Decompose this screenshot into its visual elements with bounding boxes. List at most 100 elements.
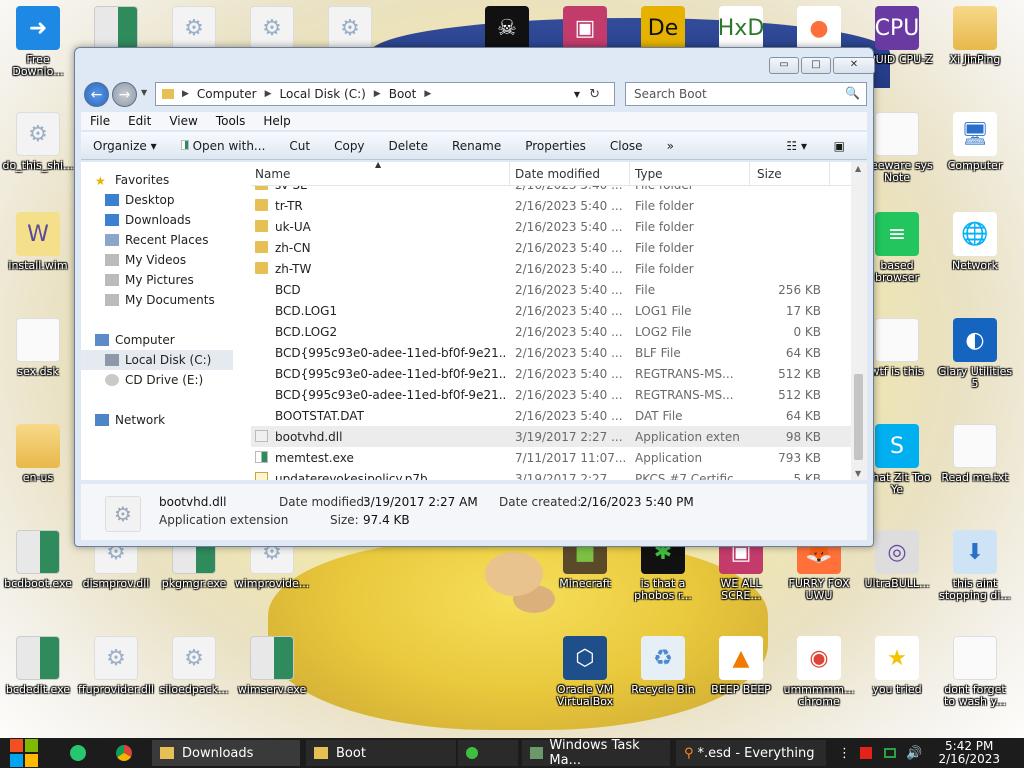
nav-item-downloads[interactable]: Downloads <box>105 210 263 230</box>
file-row[interactable]: BOOTSTAT.DAT 2/16/2023 5:40 ... DAT File 64… <box>251 405 851 426</box>
nav-network[interactable]: Network <box>95 410 253 430</box>
taskbar-button-boot[interactable]: Boot <box>306 740 456 766</box>
menu-help[interactable]: Help <box>254 112 299 130</box>
desktop-icon-item[interactable]: ★ you tried <box>859 636 935 696</box>
menu-edit[interactable]: Edit <box>119 112 160 130</box>
file-row[interactable]: BCD.LOG1 2/16/2023 5:40 ... LOG1 File 17 KB <box>251 300 851 321</box>
forward-button[interactable]: → <box>112 82 137 107</box>
file-row[interactable]: BCD{995c93e0-adee-11ed-bf0f-9e21... 2/16/… <box>251 363 851 384</box>
tray-network-icon[interactable] <box>884 740 900 766</box>
title-bar[interactable]: ▭ □ ✕ <box>75 48 875 80</box>
tray-overflow-icon[interactable]: ⋮ <box>838 740 852 766</box>
properties-button[interactable]: Properties <box>513 139 598 153</box>
taskbar-green-app[interactable] <box>70 740 92 766</box>
history-dropdown-icon[interactable]: ▼ <box>141 88 147 97</box>
desktop-icon-item[interactable]: ◉ ummmmm... chrome <box>781 636 857 708</box>
taskbar-button-downloads[interactable]: Downloads <box>152 740 300 766</box>
desktop-icon-item[interactable]: dont forget to wash y... <box>937 636 1013 708</box>
file-row[interactable]: tr-TR 2/16/2023 5:40 ... File folder <box>251 195 851 216</box>
nav-favorites[interactable]: ★ Favorites <box>95 170 253 190</box>
taskbar-button-everything[interactable]: ⚲ *.esd - Everything <box>676 740 826 766</box>
menu-file[interactable]: File <box>81 112 119 130</box>
copy-button[interactable]: Copy <box>322 139 376 153</box>
desktop-icon-item[interactable]: ⬡ Oracle VM VirtualBox <box>547 636 623 708</box>
menu-view[interactable]: View <box>160 112 206 130</box>
file-row[interactable]: BCD{995c93e0-adee-11ed-bf0f-9e21... 2/16/… <box>251 384 851 405</box>
vertical-scrollbar[interactable]: ▲ ▼ <box>851 162 867 480</box>
address-dropdown-icon[interactable]: ▼ <box>574 90 580 99</box>
maximize-button[interactable]: □ <box>801 57 831 74</box>
rename-button[interactable]: Rename <box>440 139 513 153</box>
address-bar[interactable]: ▶ Computer ▶ Local Disk (C:) ▶ Boot ▶ ▼ … <box>155 82 615 106</box>
column-divider[interactable] <box>749 162 750 186</box>
close-file-button[interactable]: Close <box>598 139 655 153</box>
nav-computer[interactable]: Computer <box>95 330 253 350</box>
back-button[interactable]: ← <box>84 82 109 107</box>
desktop-icon-item[interactable]: 🖥 Computer <box>937 112 1013 172</box>
nav-item-local-disk[interactable]: Local Disk (C:) <box>81 350 233 370</box>
desktop-icon-item[interactable]: bcdboot.exe <box>0 530 76 590</box>
column-divider[interactable] <box>509 162 510 186</box>
breadcrumb-boot[interactable]: Boot <box>389 87 417 101</box>
desktop-icon-item[interactable]: ⚙ siloedpack... <box>156 636 232 696</box>
scrollbar-thumb[interactable] <box>854 374 863 460</box>
desktop-icon-item[interactable]: ♻ Recycle Bin <box>625 636 701 696</box>
desktop-icon-item[interactable]: ▲ BEEP BEEP <box>703 636 779 696</box>
menu-tools[interactable]: Tools <box>207 112 255 130</box>
nav-item-my-documents[interactable]: My Documents <box>105 290 263 310</box>
desktop-icon-item[interactable]: ⬇ this aint stopping di... <box>937 530 1013 602</box>
view-options-icon[interactable]: ☷ ▾ <box>786 139 807 153</box>
desktop-icon-item[interactable]: bcdedit.exe <box>0 636 76 696</box>
breadcrumb-local-disk[interactable]: Local Disk (C:) <box>280 87 366 101</box>
desktop-icon-item[interactable]: ◐ Glary Utilities 5 <box>937 318 1013 390</box>
cut-button[interactable]: Cut <box>277 139 322 153</box>
desktop-icon-item[interactable]: ➜ Free Downlo... <box>0 6 76 78</box>
preview-pane-icon[interactable]: ▣ <box>834 139 845 153</box>
tray-volume-icon[interactable]: 🔊 <box>906 740 922 766</box>
nav-item-cd-drive[interactable]: CD Drive (E:) <box>105 370 263 390</box>
minimize-button[interactable]: ▭ <box>769 57 799 74</box>
file-row[interactable]: memtest.exe 7/11/2017 11:07... Application… <box>251 447 851 468</box>
desktop-icon-item[interactable]: ⚙ ffuprovider.dll <box>78 636 154 696</box>
nav-item-my-pictures[interactable]: My Pictures <box>105 270 263 290</box>
delete-button[interactable]: Delete <box>377 139 440 153</box>
breadcrumb-computer[interactable]: Computer <box>197 87 257 101</box>
taskbar-chrome[interactable] <box>116 740 138 766</box>
file-row[interactable]: bootvhd.dll 3/19/2017 2:27 ... Application… <box>251 426 851 447</box>
file-row[interactable]: uk-UA 2/16/2023 5:40 ... File folder <box>251 216 851 237</box>
taskbar-button-task-manager[interactable]: Windows Task Ma... <box>522 738 670 768</box>
file-row[interactable]: BCD 2/16/2023 5:40 ... File 256 KB <box>251 279 851 300</box>
search-icon[interactable]: 🔍 <box>845 86 860 100</box>
desktop-icon-item[interactable]: ⚙ do_this_shi... <box>0 112 76 172</box>
nav-item-recent-places[interactable]: Recent Places <box>105 230 263 250</box>
start-button[interactable] <box>10 739 44 767</box>
desktop-icon-item[interactable]: en-us <box>0 424 76 484</box>
file-row[interactable]: zh-TW 2/16/2023 5:40 ... File folder <box>251 258 851 279</box>
desktop-icon-item[interactable]: wimserv.exe <box>234 636 310 696</box>
desktop-icon-item[interactable]: Winstall.wim <box>0 212 76 272</box>
taskbar-button-beetle[interactable] <box>458 740 518 766</box>
desktop-icon-item[interactable]: Read me.txt <box>937 424 1013 484</box>
desktop-icon-item[interactable]: sex.dsk <box>0 318 76 378</box>
more-commands-button[interactable]: » <box>655 139 686 153</box>
column-name[interactable]: Name <box>255 167 290 181</box>
nav-item-desktop[interactable]: Desktop <box>105 190 263 210</box>
organize-button[interactable]: Organize ▾ <box>81 139 169 153</box>
desktop-icon-item[interactable]: 🌐 Network <box>937 212 1013 272</box>
column-divider[interactable] <box>829 162 830 186</box>
column-size[interactable]: Size <box>757 167 782 181</box>
column-date[interactable]: Date modified <box>515 167 600 181</box>
taskbar-clock[interactable]: 5:42 PM 2/16/2023 <box>938 740 1000 766</box>
column-divider[interactable] <box>629 162 630 186</box>
file-row[interactable]: updaterevokesipolicy.p7b 3/19/2017 2:27 .… <box>251 468 851 480</box>
scroll-down-icon[interactable]: ▼ <box>855 469 861 478</box>
file-row[interactable]: BCD{995c93e0-adee-11ed-bf0f-9e21... 2/16/… <box>251 342 851 363</box>
tray-flag-icon[interactable] <box>860 740 876 766</box>
file-row[interactable]: zh-CN 2/16/2023 5:40 ... File folder <box>251 237 851 258</box>
close-button[interactable]: ✕ <box>833 57 875 74</box>
nav-item-my-videos[interactable]: My Videos <box>105 250 263 270</box>
open-with-button[interactable]: Open with... <box>169 139 278 153</box>
search-input[interactable]: Search Boot 🔍 <box>625 82 867 106</box>
refresh-icon[interactable]: ↻ <box>589 87 600 102</box>
scroll-up-icon[interactable]: ▲ <box>855 164 861 173</box>
